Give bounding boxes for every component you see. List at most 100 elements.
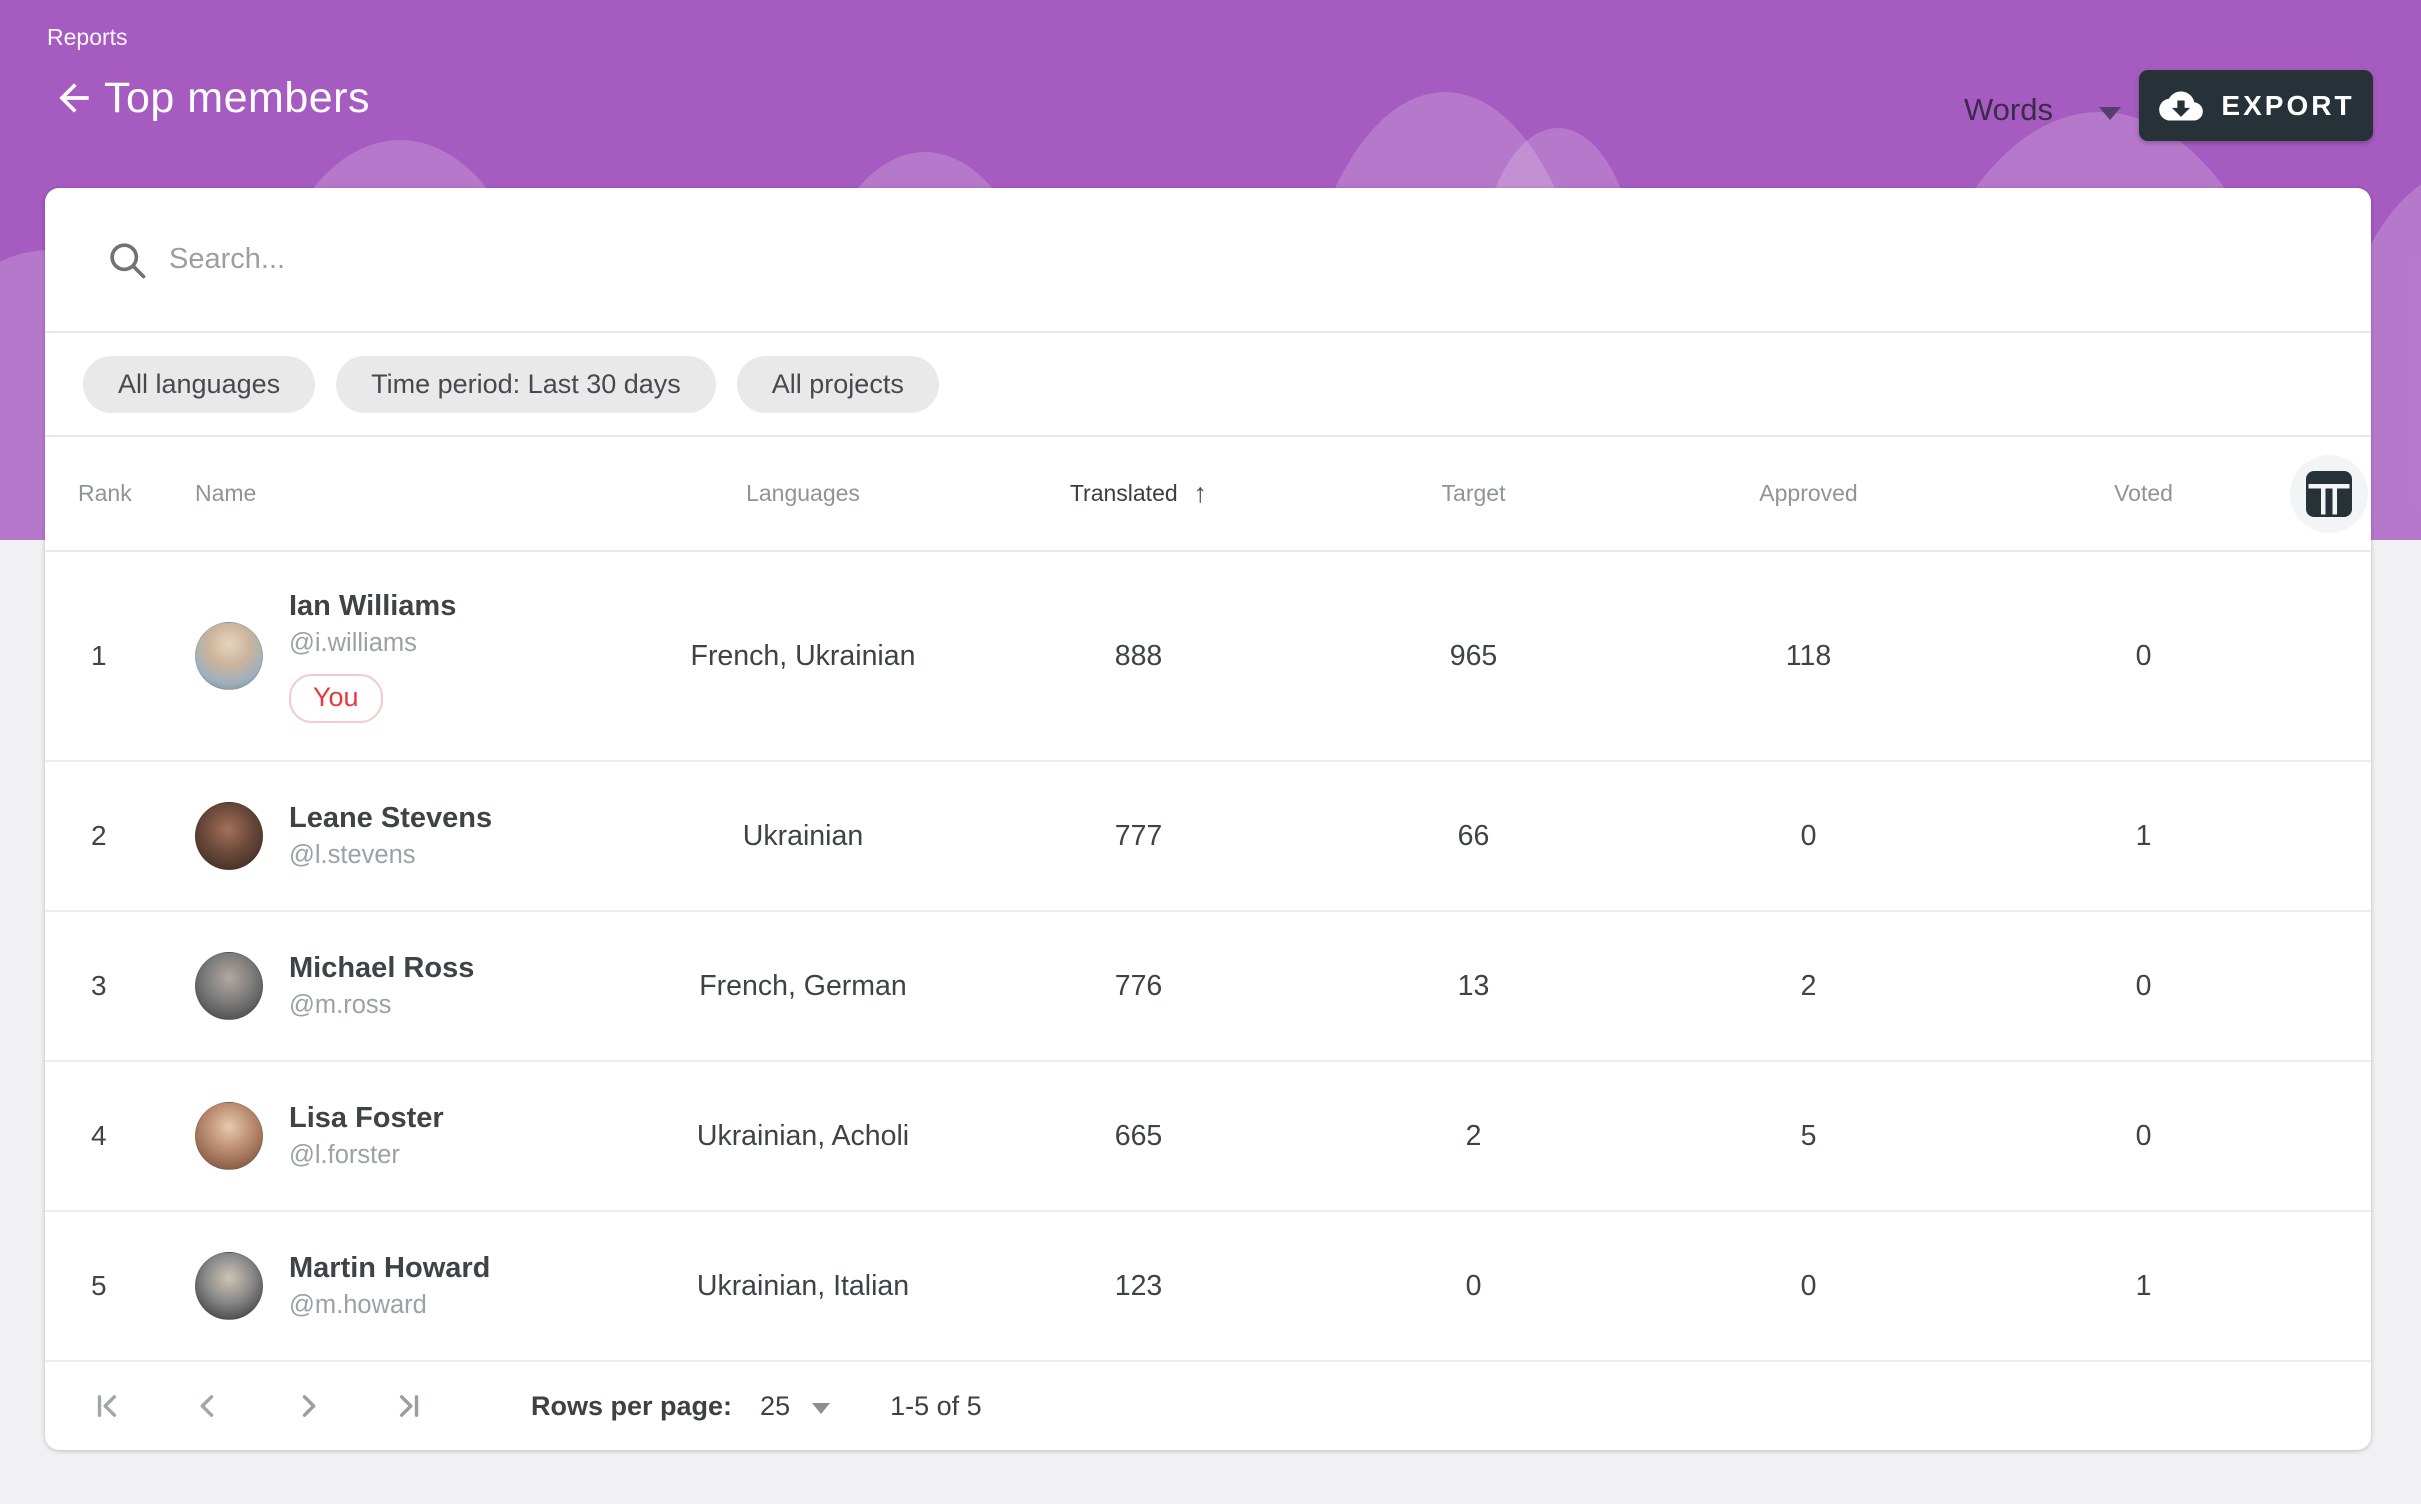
column-header-translated-label: Translated — [1070, 480, 1178, 507]
translated-count: 665 — [971, 1120, 1306, 1153]
member-handle: @i.williams — [289, 629, 456, 658]
search-icon — [105, 238, 149, 282]
member-name: Lisa Foster — [289, 1102, 444, 1135]
avatar — [195, 802, 263, 870]
column-header-name[interactable]: Name — [195, 480, 635, 507]
avatar — [195, 952, 263, 1020]
member-handle: @l.stevens — [289, 841, 492, 870]
column-settings-button[interactable] — [2290, 455, 2368, 533]
member-handle: @m.ross — [289, 991, 474, 1020]
search-bar — [45, 188, 2371, 333]
target-count: 0 — [1306, 1270, 1641, 1303]
previous-page-button[interactable] — [191, 1389, 225, 1423]
table-row[interactable]: 3 Michael Ross @m.ross French, German 77… — [45, 912, 2371, 1062]
avatar — [195, 1102, 263, 1170]
chevron-down-icon — [812, 1403, 830, 1414]
table-row[interactable]: 2 Leane Stevens @l.stevens Ukrainian 777… — [45, 762, 2371, 912]
you-badge: You — [289, 674, 383, 723]
member-languages: Ukrainian — [635, 820, 971, 853]
member-cell: Leane Stevens @l.stevens — [195, 802, 635, 870]
member-handle: @l.forster — [289, 1141, 444, 1170]
member-name: Michael Ross — [289, 952, 474, 985]
pagination-bar: Rows per page: 25 1-5 of 5 — [45, 1362, 2371, 1450]
report-unit-value: Words — [1964, 92, 2053, 128]
approved-count: 0 — [1641, 820, 1976, 853]
target-count: 2 — [1306, 1120, 1641, 1153]
breadcrumb-reports[interactable]: Reports — [47, 24, 128, 51]
member-cell: Martin Howard @m.howard — [195, 1252, 635, 1320]
member-text: Martin Howard @m.howard — [289, 1252, 490, 1320]
member-rank: 5 — [45, 1270, 195, 1302]
export-button[interactable]: EXPORT — [2139, 70, 2373, 141]
rows-per-page-select[interactable]: 25 — [760, 1391, 830, 1422]
voted-count: 1 — [1976, 1270, 2311, 1303]
chevron-left-icon — [191, 1389, 225, 1423]
next-page-button[interactable] — [291, 1389, 325, 1423]
search-input[interactable] — [169, 243, 2331, 276]
member-languages: Ukrainian, Italian — [635, 1270, 971, 1303]
avatar — [195, 1252, 263, 1320]
top-members-report-page: { "hero": { "breadcrumb": "Reports", "ti… — [0, 0, 2421, 1504]
first-page-button[interactable] — [91, 1389, 125, 1423]
voted-count: 0 — [1976, 640, 2311, 673]
member-cell: Michael Ross @m.ross — [195, 952, 635, 1020]
page-title: Top members — [104, 74, 370, 123]
member-name: Ian Williams — [289, 590, 456, 623]
approved-count: 0 — [1641, 1270, 1976, 1303]
rows-per-page-value: 25 — [760, 1391, 790, 1422]
target-count: 66 — [1306, 820, 1641, 853]
chevron-down-icon — [2099, 107, 2121, 120]
voted-count: 1 — [1976, 820, 2311, 853]
column-header-voted[interactable]: Voted — [1976, 480, 2311, 507]
approved-count: 2 — [1641, 970, 1976, 1003]
arrow-left-icon — [52, 76, 96, 125]
table-row[interactable]: 1 Ian Williams @i.williams You French, U… — [45, 552, 2371, 762]
member-languages: French, Ukrainian — [635, 640, 971, 673]
filter-chip-time-period[interactable]: Time period: Last 30 days — [336, 356, 716, 413]
member-cell: Ian Williams @i.williams You — [195, 590, 635, 723]
cloud-download-icon — [2157, 86, 2205, 126]
translated-count: 123 — [971, 1270, 1306, 1303]
last-page-button[interactable] — [391, 1389, 425, 1423]
member-text: Michael Ross @m.ross — [289, 952, 474, 1020]
member-rank: 3 — [45, 970, 195, 1002]
back-button[interactable] — [48, 74, 100, 126]
member-text: Leane Stevens @l.stevens — [289, 802, 492, 870]
translated-count: 777 — [971, 820, 1306, 853]
filter-chip-languages[interactable]: All languages — [83, 356, 315, 413]
first-page-icon — [91, 1389, 125, 1423]
report-unit-dropdown[interactable]: Words — [1964, 84, 2121, 136]
column-header-approved[interactable]: Approved — [1641, 480, 1976, 507]
column-header-rank[interactable]: Rank — [45, 480, 195, 507]
column-header-target[interactable]: Target — [1306, 480, 1641, 507]
member-languages: French, German — [635, 970, 971, 1003]
pagination-range: 1-5 of 5 — [890, 1391, 982, 1422]
approved-count: 118 — [1641, 640, 1976, 673]
member-handle: @m.howard — [289, 1291, 490, 1320]
translated-count: 888 — [971, 640, 1306, 673]
table-header-row: Rank Name Languages Translated ↑ Target … — [45, 437, 2371, 552]
filter-chips-row: All languages Time period: Last 30 days … — [45, 333, 2371, 437]
column-header-languages[interactable]: Languages — [635, 480, 971, 507]
top-members-card: All languages Time period: Last 30 days … — [45, 188, 2371, 1450]
member-cell: Lisa Foster @l.forster — [195, 1102, 635, 1170]
last-page-icon — [391, 1389, 425, 1423]
sort-ascending-arrow-icon: ↑ — [1194, 478, 1208, 509]
member-rank: 4 — [45, 1120, 195, 1152]
rows-per-page-label: Rows per page: — [531, 1391, 732, 1422]
member-rank: 2 — [45, 820, 195, 852]
voted-count: 0 — [1976, 1120, 2311, 1153]
member-name: Martin Howard — [289, 1252, 490, 1285]
filter-chip-projects[interactable]: All projects — [737, 356, 939, 413]
avatar — [195, 622, 263, 690]
member-text: Ian Williams @i.williams You — [289, 590, 456, 723]
approved-count: 5 — [1641, 1120, 1976, 1153]
column-header-translated-sorted[interactable]: Translated ↑ — [971, 478, 1306, 509]
table-row[interactable]: 5 Martin Howard @m.howard Ukrainian, Ita… — [45, 1212, 2371, 1362]
title-row: Top members — [48, 70, 370, 126]
translated-count: 776 — [971, 970, 1306, 1003]
table-row[interactable]: 4 Lisa Foster @l.forster Ukrainian, Acho… — [45, 1062, 2371, 1212]
member-rank: 1 — [45, 640, 195, 672]
member-languages: Ukrainian, Acholi — [635, 1120, 971, 1153]
table-columns-icon — [2306, 471, 2352, 517]
